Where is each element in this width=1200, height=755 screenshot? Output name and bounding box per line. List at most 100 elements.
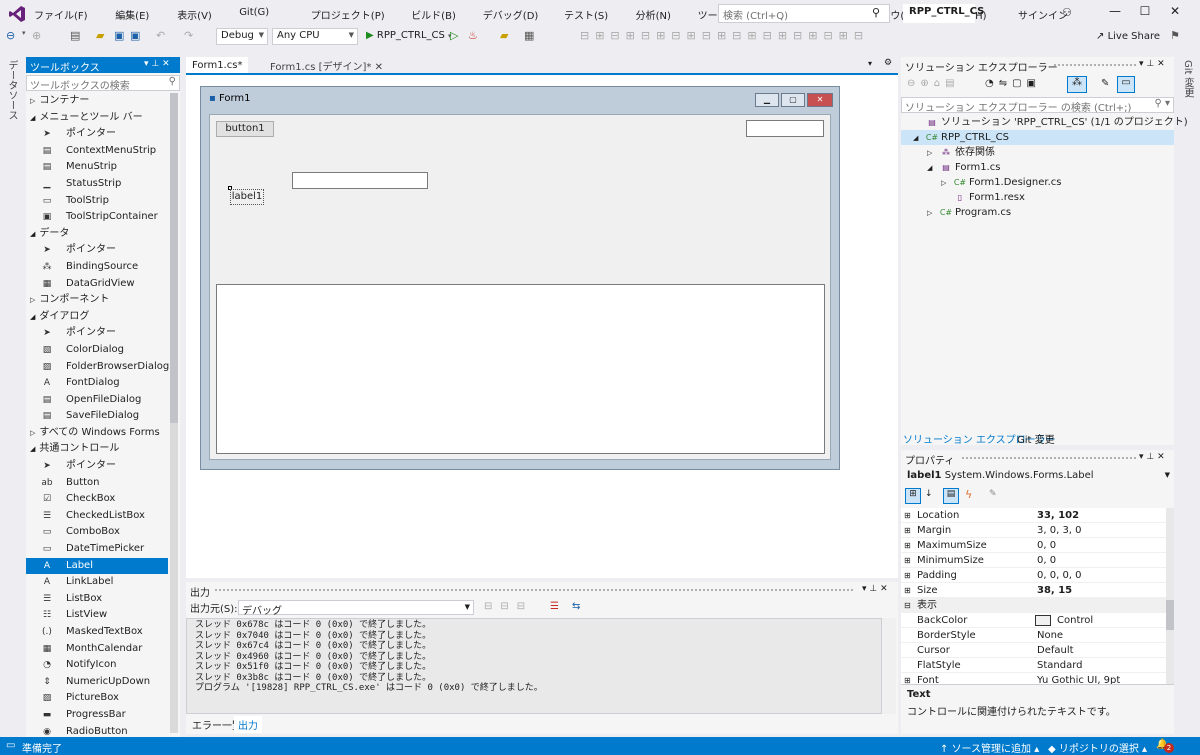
toolbox-category[interactable]: ▷ コンポーネント xyxy=(26,292,168,309)
live-share-button[interactable]: ↗ Live Share xyxy=(1096,31,1160,42)
toolbox-item[interactable]: ☷ ListView xyxy=(26,607,168,624)
toolbox-category[interactable]: ▷ コンテナー xyxy=(26,93,168,110)
property-value[interactable]: Standard xyxy=(1037,658,1083,673)
start-debug-button[interactable]: ▶ RPP_CTRL_CS ▾ xyxy=(366,30,452,41)
property-row[interactable]: BorderStyle None xyxy=(901,628,1166,643)
save-all-icon[interactable]: ▣ xyxy=(130,29,140,42)
gear-icon[interactable]: ⚙ xyxy=(884,58,892,68)
data-sources-tab[interactable]: データソース xyxy=(4,60,19,120)
multiline-textbox[interactable] xyxy=(216,284,825,454)
property-grid-scroll-thumb[interactable] xyxy=(1166,600,1174,630)
panel-controls[interactable]: ▾ ⊥ ✕ xyxy=(862,584,888,594)
search-input[interactable]: 検索 (Ctrl+Q) xyxy=(718,4,890,23)
solution-explorer-search-input[interactable]: ソリューション エクスプローラー の検索 (Ctrl+;) ⚲ ▾ xyxy=(901,97,1174,114)
toolbox-item[interactable]: ▭ DateTimePicker xyxy=(26,541,168,558)
tree-node[interactable]: ▷ C# Program.cs xyxy=(901,205,1174,220)
menu-item[interactable]: テスト(S) xyxy=(564,7,608,22)
browse-icon[interactable]: ▰ xyxy=(500,29,508,42)
output-source-dropdown[interactable]: デバッグ ▼ xyxy=(238,600,474,617)
add-to-source-control[interactable]: ↑ ソース管理に追加 ▴ xyxy=(940,740,1039,755)
search-icon[interactable]: ⚲ xyxy=(872,6,880,19)
toolbox-item[interactable]: ➤ ポインター xyxy=(26,126,168,143)
toolbox-item[interactable]: ▁ StatusStrip xyxy=(26,176,168,193)
menu-item[interactable]: デバッグ(D) xyxy=(483,7,539,22)
toolbox-item[interactable]: A LinkLabel xyxy=(26,574,168,591)
hot-reload-icon[interactable]: ♨ xyxy=(468,29,478,42)
property-row[interactable]: FlatStyle Standard xyxy=(901,658,1166,673)
close-window-button[interactable]: ✕ xyxy=(1160,4,1190,24)
toolbox-item[interactable]: ▬ ProgressBar xyxy=(26,707,168,724)
property-row[interactable]: ⊞ Margin 3, 0, 3, 0 xyxy=(901,523,1166,538)
tree-node[interactable]: ▤ ソリューション 'RPP_CTRL_CS' (1/1 のプロジェクト) xyxy=(901,115,1187,130)
toolbox-item[interactable]: ◔ NotifyIcon xyxy=(26,657,168,674)
textbox-middle[interactable] xyxy=(292,172,428,189)
tree-expand-icon[interactable]: ▷ xyxy=(927,206,939,221)
tab-form1-design[interactable]: Form1.cs [デザイン]* ✕ xyxy=(264,57,389,73)
layout-icon[interactable]: ▦ xyxy=(524,29,534,42)
toolbox-item[interactable]: ⁂ BindingSource xyxy=(26,259,168,276)
save-icon[interactable]: ▣ xyxy=(114,29,124,42)
expand-icon[interactable]: ⊞ xyxy=(904,568,911,583)
property-value[interactable]: Yu Gothic UI, 9pt xyxy=(1037,673,1120,684)
word-wrap-icon[interactable]: ⇆ xyxy=(572,601,580,612)
menu-item[interactable]: 分析(N) xyxy=(636,7,671,22)
properties-object-selector[interactable]: label1 System.Windows.Forms.Label ▼ xyxy=(901,468,1174,484)
toolbox-category[interactable]: ◢ メニューとツール バー xyxy=(26,110,168,127)
toolbox-search-input[interactable]: ツールボックスの検索 ⚲ xyxy=(26,75,180,92)
toolbox-item[interactable]: ab Button xyxy=(26,475,168,492)
tree-node[interactable]: ◢ C# RPP_CTRL_CS xyxy=(901,130,1174,145)
toolbox-item[interactable]: ➤ ポインター xyxy=(26,242,168,259)
tree-node[interactable]: ◢ ▤ Form1.cs xyxy=(901,160,1174,175)
expand-icon[interactable]: ⊞ xyxy=(904,673,911,684)
back-icon[interactable]: ⊖ xyxy=(6,29,15,42)
toolbox-category[interactable]: ▷ すべての Windows Forms xyxy=(26,425,168,442)
panel-controls[interactable]: ▾ ⊥ ✕ xyxy=(1139,452,1165,462)
menu-item[interactable]: プロジェクト(P) xyxy=(311,7,385,22)
button1-control[interactable]: button1 xyxy=(216,121,274,137)
property-row[interactable]: ⊞ MinimumSize 0, 0 xyxy=(901,553,1166,568)
tree-expand-icon[interactable]: ◢ xyxy=(927,161,939,176)
property-row[interactable]: ⊞ Size 38, 15 xyxy=(901,583,1166,598)
expand-icon[interactable]: ⊞ xyxy=(904,523,911,538)
toolbox-item[interactable]: A FontDialog xyxy=(26,375,168,392)
wrench-icon[interactable]: ✎ xyxy=(1101,78,1109,89)
toolbox-item[interactable]: ▦ DataGridView xyxy=(26,276,168,293)
toolbox-category[interactable]: ◢ データ xyxy=(26,226,168,243)
platform-dropdown[interactable]: Any CPU ▼ xyxy=(272,28,358,45)
menu-item[interactable]: ビルド(B) xyxy=(411,7,456,22)
toolbox-item[interactable]: ▤ OpenFileDialog xyxy=(26,392,168,409)
menu-item[interactable]: 表示(V) xyxy=(177,7,212,22)
toolbox-category[interactable]: ◢ ダイアログ xyxy=(26,309,168,326)
minimize-button[interactable]: — xyxy=(1100,4,1130,24)
property-row[interactable]: ⊞ Font Yu Gothic UI, 9pt xyxy=(901,673,1166,684)
output-nav-icons[interactable]: ⊟⊟⊟ xyxy=(484,601,533,612)
toolbox-item[interactable]: ▨ PictureBox xyxy=(26,690,168,707)
property-value[interactable]: Default xyxy=(1037,643,1074,658)
person-icon[interactable]: ⚇ xyxy=(1062,6,1072,19)
config-dropdown[interactable]: Debug ▼ xyxy=(216,28,268,45)
maximize-button[interactable]: ☐ xyxy=(1130,4,1160,24)
property-pages-icon[interactable]: ✎ xyxy=(989,489,997,499)
toolbox-item[interactable]: ☰ CheckedListBox xyxy=(26,508,168,525)
align-tools-icon[interactable]: ⊟⊞⊟⊞⊟⊞⊟⊞⊟⊞⊟⊞⊟⊞⊟⊞⊟⊞⊟ xyxy=(580,29,869,42)
show-all-files-icon[interactable]: ⁂ xyxy=(1067,76,1087,93)
property-value[interactable]: 33, 102 xyxy=(1037,508,1079,523)
property-row[interactable]: ⊞ Location 33, 102 xyxy=(901,508,1166,523)
select-repository[interactable]: ◆ リポジトリの選択 ▴ xyxy=(1048,740,1147,755)
textbox-top-right[interactable] xyxy=(746,120,824,137)
se-nav-icons[interactable]: ⊖⊕⌂▤ xyxy=(907,78,960,89)
toolbox-category[interactable]: ◢ 共通コントロール xyxy=(26,441,168,458)
menu-item[interactable]: ファイル(F) xyxy=(34,7,88,22)
signin-link[interactable]: サインイン xyxy=(1018,7,1068,22)
toolbox-item[interactable]: ▭ ComboBox xyxy=(26,524,168,541)
toolbox-item[interactable]: ⇕ NumericUpDown xyxy=(26,674,168,691)
property-row[interactable]: ⊞ MaximumSize 0, 0 xyxy=(901,538,1166,553)
expand-icon[interactable]: ⊞ xyxy=(904,538,911,553)
toolbox-item[interactable]: ▦ MonthCalendar xyxy=(26,641,168,658)
tab-git-changes[interactable]: Git 変更 xyxy=(1017,431,1055,446)
tab-output[interactable]: 出力 xyxy=(234,716,262,733)
panel-controls[interactable]: ▾ ⊥ ✕ xyxy=(144,59,170,69)
toolbox-item[interactable]: ▤ ContextMenuStrip xyxy=(26,143,168,160)
property-category[interactable]: ⊟ 表示 xyxy=(901,598,1166,613)
toolbox-item[interactable]: ☑ CheckBox xyxy=(26,491,168,508)
